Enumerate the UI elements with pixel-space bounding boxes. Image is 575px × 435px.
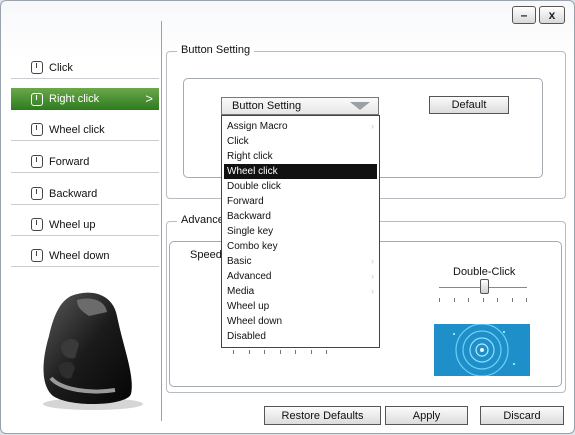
close-button[interactable]: x xyxy=(539,6,565,24)
discard-button[interactable]: Discard xyxy=(480,406,564,425)
sidebar: Click Right click > Wheel click Forward … xyxy=(1,1,161,435)
mouse-button-icon xyxy=(31,218,43,231)
chevron-right-icon: > xyxy=(145,91,153,106)
sidebar-item-label: Wheel up xyxy=(49,218,96,231)
sidebar-item-click[interactable]: Click xyxy=(11,57,159,79)
submenu-arrow-icon: › xyxy=(371,271,374,281)
button-setting-title: Button Setting xyxy=(177,44,255,56)
sidebar-item-label: Forward xyxy=(49,155,90,168)
submenu-arrow-icon: › xyxy=(371,286,374,296)
dropdown-item[interactable]: Double click xyxy=(224,179,377,194)
dropdown-item[interactable]: Media › xyxy=(224,284,377,299)
mouse-button-icon xyxy=(31,123,43,136)
mouse-button-icon xyxy=(31,61,43,74)
sidebar-item-backward[interactable]: Backward xyxy=(11,183,159,205)
sidebar-item-wheel-down[interactable]: Wheel down xyxy=(11,245,159,267)
dropdown-item[interactable]: Basic › xyxy=(224,254,377,269)
dropdown-item[interactable]: Advanced › xyxy=(224,269,377,284)
vertical-mouse-image xyxy=(43,292,143,410)
minimize-button[interactable]: – xyxy=(512,6,536,24)
speed-label: Speed xyxy=(190,249,222,261)
sidebar-item-label: Click xyxy=(49,61,73,74)
apply-button[interactable]: Apply xyxy=(385,406,468,425)
dropdown-item[interactable]: Combo key xyxy=(224,239,377,254)
submenu-arrow-icon: › xyxy=(371,256,374,266)
double-click-slider-thumb[interactable] xyxy=(480,279,489,294)
sidebar-item-label: Backward xyxy=(49,187,98,200)
dropdown-item[interactable]: Wheel up xyxy=(224,299,377,314)
dropdown-item[interactable]: Click xyxy=(224,134,377,149)
dropdown-item[interactable]: Single key xyxy=(224,224,377,239)
mouse-button-icon xyxy=(31,92,43,106)
sidebar-item-wheel-click[interactable]: Wheel click xyxy=(11,119,159,141)
mouse-button-icon xyxy=(31,187,43,200)
dropdown-item[interactable]: Forward xyxy=(224,194,377,209)
button-setting-combo[interactable]: Button Setting xyxy=(221,97,379,115)
combo-value: Button Setting xyxy=(232,100,302,112)
dropdown-item[interactable]: Wheel down xyxy=(224,314,377,329)
double-click-slider-ticks xyxy=(439,298,527,304)
app-window: – x Click Right click > Wheel click Forw… xyxy=(0,0,575,434)
sidebar-item-label: Wheel down xyxy=(49,249,110,262)
dropdown-arrow-icon xyxy=(350,102,370,110)
action-dropdown-list[interactable]: Assign Macro › Click Right click Wheel cl… xyxy=(221,115,380,348)
dropdown-item[interactable]: Assign Macro › xyxy=(224,119,377,134)
default-button[interactable]: Default xyxy=(429,96,509,114)
sidebar-item-forward[interactable]: Forward xyxy=(11,151,159,173)
sidebar-item-label: Wheel click xyxy=(49,123,105,136)
dropdown-item[interactable]: Disabled xyxy=(224,329,377,344)
double-click-label: Double-Click xyxy=(453,266,516,278)
sidebar-item-wheel-up[interactable]: Wheel up xyxy=(11,214,159,236)
submenu-arrow-icon: › xyxy=(371,121,374,131)
speed-slider-ticks xyxy=(233,350,327,356)
restore-defaults-button[interactable]: Restore Defaults xyxy=(264,406,381,425)
double-click-test-area[interactable] xyxy=(434,324,530,376)
mouse-button-icon xyxy=(31,249,43,262)
dropdown-item[interactable]: Backward xyxy=(224,209,377,224)
dropdown-item-selected[interactable]: Wheel click xyxy=(224,164,377,179)
sidebar-item-label: Right click xyxy=(49,93,100,105)
sidebar-item-right-click[interactable]: Right click > xyxy=(11,88,159,110)
mouse-button-icon xyxy=(31,155,43,168)
dropdown-item[interactable]: Right click xyxy=(224,149,377,164)
sidebar-divider xyxy=(161,21,162,421)
